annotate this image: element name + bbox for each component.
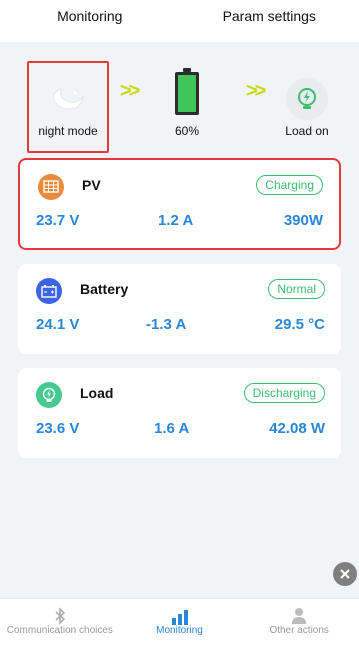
battery-voltage: 24.1 V	[36, 316, 79, 333]
nav-other-actions-label: Other actions	[239, 625, 359, 636]
nav-communication-label: Communication choices	[0, 625, 120, 636]
solar-panel-icon	[38, 174, 64, 200]
nav-monitoring[interactable]: Monitoring	[120, 599, 240, 645]
load-voltage: 23.6 V	[36, 420, 79, 437]
tab-param-settings[interactable]: Param settings	[180, 0, 359, 42]
flow-arrow-icon: >>	[120, 80, 137, 103]
nav-monitoring-label: Monitoring	[120, 625, 240, 636]
top-tab-bar: Monitoring Param settings	[0, 0, 359, 42]
load-current: 1.6 A	[154, 420, 189, 437]
load-on-label: Load on	[267, 124, 347, 138]
nav-other-actions[interactable]: Other actions	[239, 599, 359, 645]
nav-communication-choices[interactable]: Communication choices	[0, 599, 120, 645]
pv-current: 1.2 A	[158, 212, 193, 229]
battery-current: -1.3 A	[146, 316, 186, 333]
load-bulb-icon	[286, 78, 328, 120]
battery-pack-icon	[36, 278, 62, 304]
pv-status-badge: Charging	[256, 175, 323, 195]
battery-level-indicator: 60%	[147, 62, 227, 126]
battery-icon	[174, 68, 200, 116]
battery-card[interactable]: Battery Normal 24.1 V -1.3 A 29.5 °C	[18, 264, 341, 354]
close-button[interactable]	[333, 562, 357, 586]
bar-chart-icon	[171, 609, 189, 625]
pv-voltage: 23.7 V	[36, 212, 79, 229]
flow-arrow-icon: >>	[246, 80, 263, 103]
tab-monitoring[interactable]: Monitoring	[0, 0, 180, 42]
user-icon	[291, 607, 307, 625]
battery-title: Battery	[80, 281, 128, 297]
load-status-badge: Discharging	[244, 383, 325, 403]
load-status-indicator: Load on	[267, 62, 347, 120]
load-title: Load	[80, 385, 113, 401]
battery-temperature: 29.5 °C	[275, 316, 325, 333]
bottom-navigation: Communication choices Monitoring Other a…	[0, 598, 359, 645]
pv-card[interactable]: PV Charging 23.7 V 1.2 A 390W	[18, 158, 341, 250]
load-power: 42.08 W	[269, 420, 325, 437]
battery-status-badge: Normal	[268, 279, 325, 299]
pv-title: PV	[82, 177, 101, 193]
night-mode-label: night mode	[28, 124, 108, 138]
bluetooth-icon	[54, 607, 66, 625]
pv-power: 390W	[284, 212, 323, 229]
moon-icon	[49, 87, 87, 111]
load-bulb-icon	[36, 382, 62, 408]
night-mode-indicator: night mode	[28, 62, 108, 120]
close-icon	[339, 568, 351, 580]
battery-percent-label: 60%	[147, 124, 227, 138]
load-card[interactable]: Load Discharging 23.6 V 1.6 A 42.08 W	[18, 368, 341, 458]
